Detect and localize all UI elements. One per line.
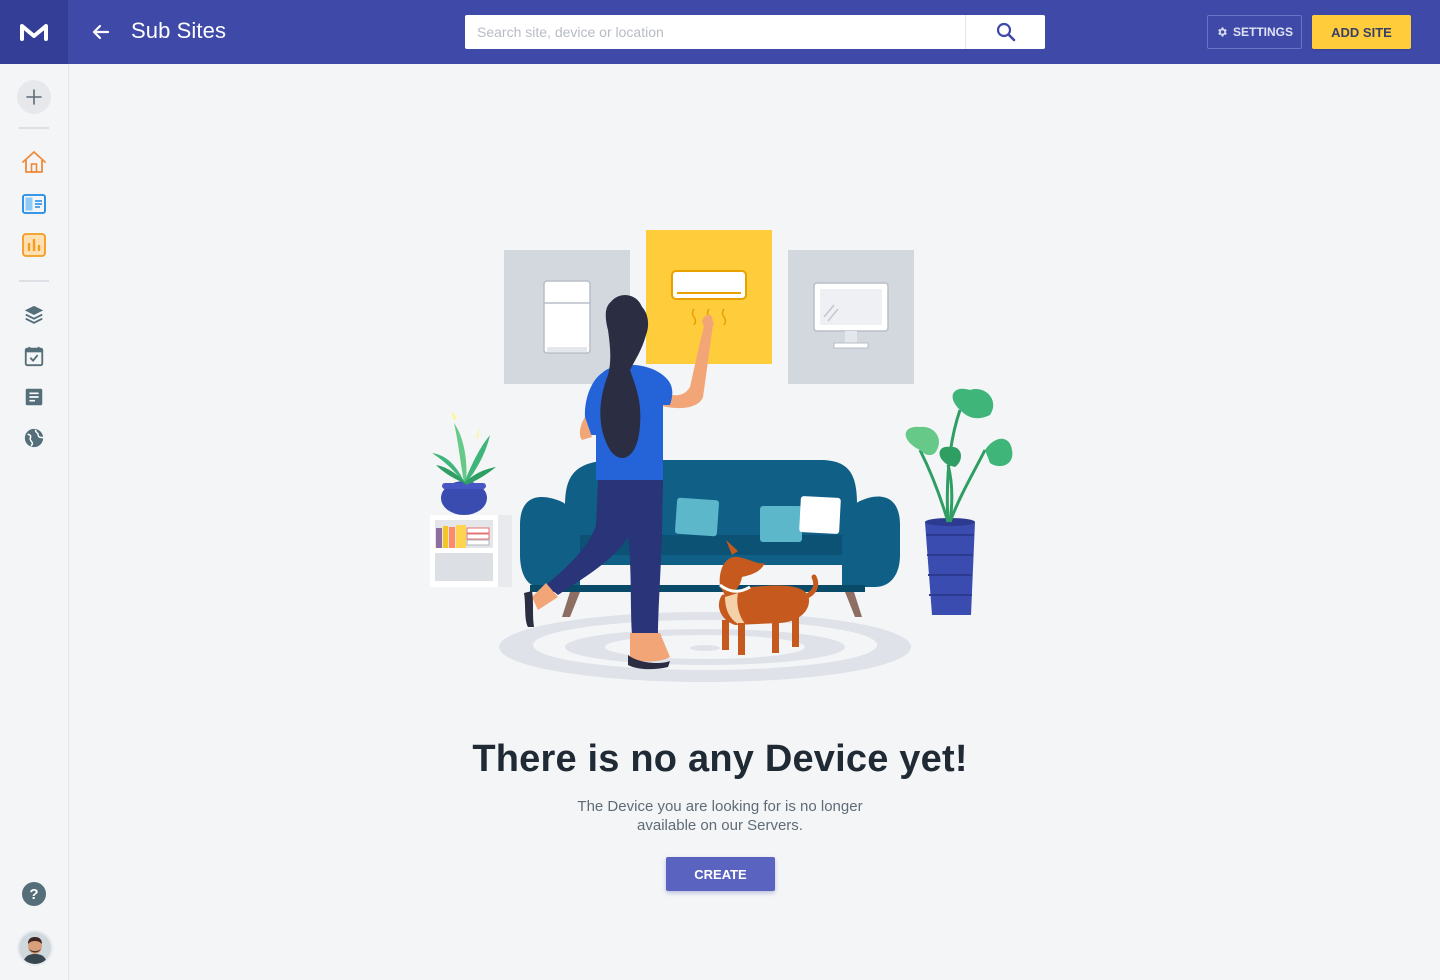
home-icon: [22, 151, 46, 173]
search-icon: [996, 22, 1015, 42]
sidebar-item-reports[interactable]: [20, 231, 48, 259]
sidebar: ?: [0, 64, 69, 980]
sidebar-divider: [19, 280, 49, 282]
empty-state-illustration: [420, 225, 1020, 690]
help-icon[interactable]: ?: [22, 882, 46, 906]
empty-state-title: There is no any Device yet!: [472, 738, 968, 780]
living-room-illustration: [430, 230, 1013, 682]
sidebar-divider: [19, 127, 49, 129]
user-avatar-icon: [19, 932, 51, 964]
plus-icon: [26, 89, 42, 105]
sidebar-item-documents[interactable]: [20, 383, 48, 411]
page-title: Sub Sites: [131, 18, 227, 43]
calendar-check-icon: [24, 346, 44, 367]
avatar[interactable]: [17, 930, 53, 966]
empty-state-description: The Device you are looking for is no lon…: [540, 797, 900, 835]
top-bar: Sub Sites SETTINGS ADD SITE: [0, 0, 1440, 64]
arrow-left-icon: [92, 24, 110, 40]
empty-state-description-line1: The Device you are looking for is no lon…: [577, 798, 863, 815]
chart-icon: [22, 233, 46, 257]
layers-icon: [24, 305, 44, 324]
search-button[interactable]: [965, 15, 1045, 49]
settings-button[interactable]: SETTINGS: [1207, 15, 1302, 49]
sidebar-item-schedule[interactable]: [20, 342, 48, 370]
settings-label: SETTINGS: [1232, 25, 1293, 39]
devices-icon: [22, 194, 46, 214]
gear-icon: [1218, 27, 1227, 37]
sidebar-item-layers[interactable]: [20, 301, 48, 329]
sidebar-item-home[interactable]: [20, 148, 48, 176]
globe-icon: [24, 428, 44, 448]
app-logo[interactable]: [0, 0, 68, 64]
sidebar-item-locations[interactable]: [20, 424, 48, 452]
search-input[interactable]: [465, 15, 965, 49]
back-button[interactable]: [88, 19, 114, 45]
search-bar: [465, 15, 1045, 49]
document-icon: [25, 388, 43, 406]
sidebar-add-button[interactable]: [17, 80, 51, 114]
sidebar-item-devices[interactable]: [20, 190, 48, 218]
empty-state-description-line2: available on our Servers.: [637, 817, 803, 834]
create-button[interactable]: CREATE: [666, 857, 775, 891]
logo-m-icon: [20, 24, 48, 41]
add-site-button[interactable]: ADD SITE: [1312, 15, 1411, 49]
